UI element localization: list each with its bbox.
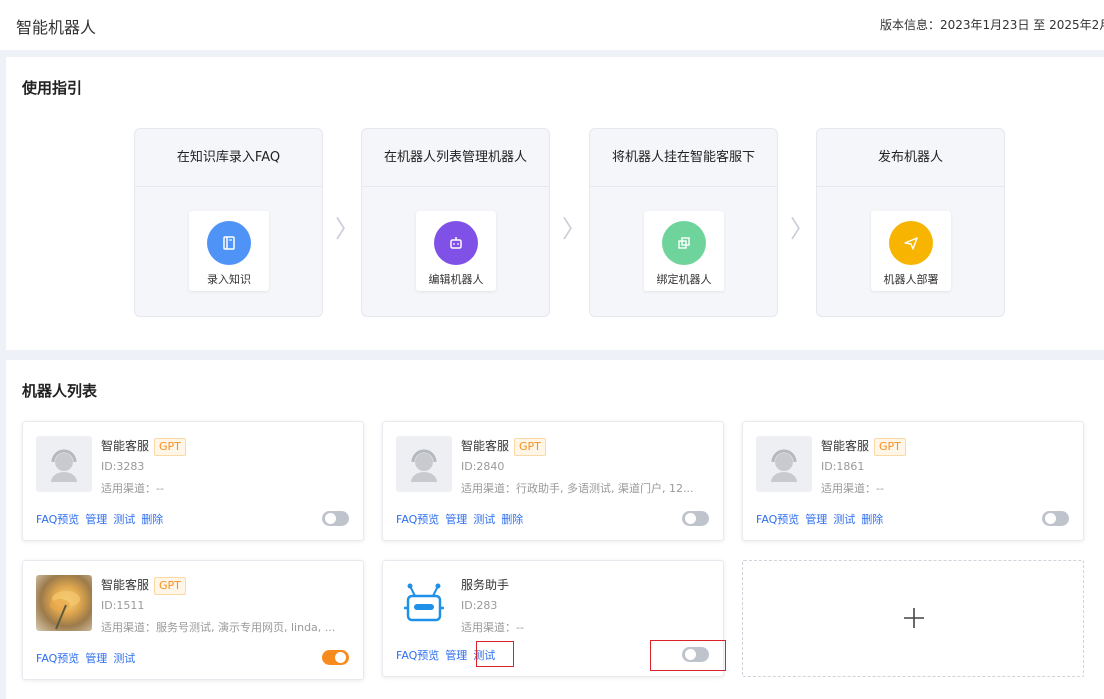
robot-actions: FAQ预览 管理 测试 删除 (396, 511, 529, 527)
robot-enable-toggle[interactable] (682, 511, 709, 526)
robot-name: 智能客服 GPT (461, 437, 546, 456)
usage-guide-panel: 使用指引 在知识库录入FAQ 录入知识 〉 在机器人列表管理机器人 编辑机器人 … (6, 57, 1104, 350)
robot-id: ID:3283 (101, 460, 145, 473)
robot-name: 服务助手 (461, 578, 510, 592)
toggle-highlight (650, 640, 726, 671)
robot-list-title: 机器人列表 (22, 382, 98, 400)
step-card-faq: 在知识库录入FAQ 录入知识 (134, 128, 323, 317)
robot-actions: FAQ预览 管理 测试 (36, 650, 141, 666)
chevron-right-icon: 〉 (335, 215, 359, 243)
step-heading: 在机器人列表管理机器人 (362, 129, 549, 187)
manage-link[interactable]: 管理 (85, 652, 107, 665)
robot-channels: 适用渠道：-- (461, 621, 524, 634)
faq-preview-link[interactable]: FAQ预览 (36, 513, 79, 526)
manage-link[interactable]: 管理 (805, 513, 827, 526)
robot-enable-toggle[interactable] (1042, 511, 1069, 526)
step-card-publish: 发布机器人 机器人部署 (816, 128, 1005, 317)
step-label: 绑定机器人 (656, 273, 712, 286)
usage-guide-title: 使用指引 (22, 79, 83, 97)
toggle-knob (335, 652, 346, 663)
manage-link[interactable]: 管理 (85, 513, 107, 526)
delete-link[interactable]: 删除 (141, 513, 163, 526)
step-heading: 发布机器人 (817, 129, 1004, 187)
add-robot-button[interactable] (742, 560, 1084, 677)
toggle-knob (685, 513, 696, 524)
step-card-manage: 在机器人列表管理机器人 编辑机器人 (361, 128, 550, 317)
book-icon (207, 221, 251, 265)
step-card-bind: 将机器人挂在智能客服下 绑定机器人 (589, 128, 778, 317)
robot-channels: 适用渠道：行政助手, 多语测试, 渠道门户, 12... (461, 482, 694, 495)
gpt-badge: GPT (154, 576, 186, 595)
step-heading: 将机器人挂在智能客服下 (590, 129, 777, 187)
headset-avatar-icon (756, 436, 812, 492)
step-heading: 在知识库录入FAQ (135, 129, 322, 187)
robot-channels: 适用渠道：服务号测试, 演示专用网页, linda, ... (101, 621, 336, 634)
robot-channels: 适用渠道：-- (821, 482, 884, 495)
chevron-right-icon: 〉 (562, 215, 586, 243)
robot-id: ID:2840 (461, 460, 505, 473)
gpt-badge: GPT (874, 437, 906, 456)
version-info: 版本信息：2023年1月23日 至 2025年2月20 (880, 18, 1104, 32)
test-link[interactable]: 测试 (833, 513, 855, 526)
robot-icon (434, 221, 478, 265)
headset-avatar-icon (396, 436, 452, 492)
test-link[interactable]: 测试 (113, 652, 135, 665)
delete-link[interactable]: 删除 (501, 513, 523, 526)
page-title: 智能机器人 (16, 18, 97, 37)
robot-enable-toggle[interactable] (322, 650, 349, 665)
toggle-knob (1045, 513, 1056, 524)
robot-name: 智能客服 GPT (101, 437, 186, 456)
test-link[interactable]: 测试 (113, 513, 135, 526)
faq-preview-link[interactable]: FAQ预览 (36, 652, 79, 665)
step-deploy-robot[interactable]: 机器人部署 (871, 211, 951, 291)
step-label: 录入知识 (207, 273, 251, 286)
step-label: 机器人部署 (883, 273, 939, 286)
step-bind-robot[interactable]: 绑定机器人 (644, 211, 724, 291)
robot-id: ID:1511 (101, 599, 145, 612)
robot-card: 智能客服 GPT ID:3283 适用渠道：-- FAQ预览 管理 测试 删除 (22, 421, 364, 541)
manage-link[interactable]: 管理 (445, 513, 467, 526)
top-bar: 智能机器人 版本信息：2023年1月23日 至 2025年2月20 (0, 0, 1104, 50)
robot-enable-toggle[interactable] (322, 511, 349, 526)
headset-avatar-icon (36, 436, 92, 492)
robot-card: 智能客服 GPT ID:2840 适用渠道：行政助手, 多语测试, 渠道门户, 1… (382, 421, 724, 541)
test-link-highlight (476, 641, 514, 667)
flower-photo-avatar (36, 575, 92, 631)
step-edit-robot[interactable]: 编辑机器人 (416, 211, 496, 291)
robot-name: 智能客服 GPT (821, 437, 906, 456)
robot-id: ID:1861 (821, 460, 865, 473)
manage-link[interactable]: 管理 (445, 649, 467, 662)
plus-icon (904, 608, 924, 628)
gpt-badge: GPT (154, 437, 186, 456)
robot-channels: 适用渠道：-- (101, 482, 164, 495)
faq-preview-link[interactable]: FAQ预览 (756, 513, 799, 526)
faq-preview-link[interactable]: FAQ预览 (396, 649, 439, 662)
robot-list-panel: 机器人列表 智能客服 GPT ID:3283 适用渠道：-- FAQ预览 管理 测试删… (6, 360, 1104, 699)
robot-card: 智能客服 GPT ID:1511 适用渠道：服务号测试, 演示专用网页, lind… (22, 560, 364, 680)
step-entry-knowledge[interactable]: 录入知识 (189, 211, 269, 291)
test-link[interactable]: 测试 (473, 513, 495, 526)
delete-link[interactable]: 删除 (861, 513, 883, 526)
robot-actions: FAQ预览 管理 测试 删除 (36, 511, 169, 527)
robot-card: 智能客服 GPT ID:1861 适用渠道：-- FAQ预览 管理 测试 删除 (742, 421, 1084, 541)
step-label: 编辑机器人 (428, 273, 484, 286)
gpt-badge: GPT (514, 437, 546, 456)
robot-name: 智能客服 GPT (101, 576, 186, 595)
robot-actions: FAQ预览 管理 测试 删除 (756, 511, 889, 527)
toggle-knob (325, 513, 336, 524)
faq-preview-link[interactable]: FAQ预览 (396, 513, 439, 526)
robot-id: ID:283 (461, 599, 498, 612)
send-icon (889, 221, 933, 265)
link-icon (662, 221, 706, 265)
chevron-right-icon: 〉 (790, 215, 814, 243)
robot-avatar-icon (396, 575, 452, 631)
